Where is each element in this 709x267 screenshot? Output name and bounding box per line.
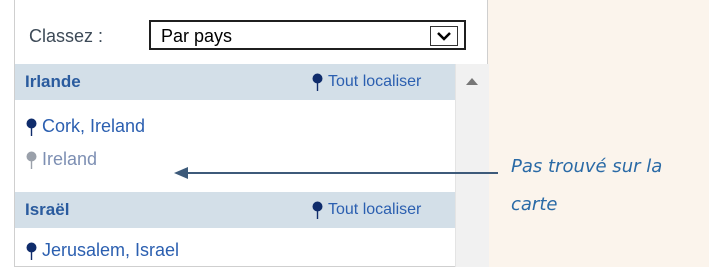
vertical-scrollbar[interactable]: [455, 64, 489, 267]
location-panel: Classez : Par pays Irlande Tout localise…: [14, 0, 489, 267]
page-left-margin: [0, 0, 14, 267]
location-list: Irlande Tout localiser Cork, Ireland Ire…: [15, 64, 489, 267]
sort-select-value: Par pays: [161, 26, 233, 46]
map-pin-icon: [26, 118, 37, 136]
annotation-text: Pas trouvé sur la carte: [511, 156, 663, 215]
locate-all-button[interactable]: Tout localiser: [311, 73, 421, 91]
scroll-up-arrow-icon[interactable]: [466, 78, 478, 85]
sort-row: Classez : Par pays: [15, 12, 487, 50]
group-header-irlande: Irlande Tout localiser: [15, 64, 455, 100]
locate-all-button[interactable]: Tout localiser: [311, 201, 421, 219]
map-pin-icon: [26, 242, 37, 260]
list-item-not-found[interactable]: Ireland: [25, 149, 97, 170]
list-item-label: Cork, Ireland: [42, 116, 146, 136]
chevron-down-icon[interactable]: [430, 26, 458, 46]
sort-select[interactable]: Par pays: [149, 20, 466, 50]
map-pin-icon: [312, 201, 323, 219]
list-item[interactable]: Cork, Ireland: [25, 116, 145, 137]
list-item-label: Jerusalem, Israel: [42, 240, 180, 260]
list-item[interactable]: Jerusalem, Israel: [25, 240, 179, 261]
map-pin-icon: [312, 73, 323, 91]
map-pin-gray-icon: [26, 151, 37, 169]
list-item-label: Ireland: [42, 149, 98, 169]
group-title: Israël: [25, 200, 70, 219]
group-title: Irlande: [25, 72, 81, 91]
locate-all-label: Tout localiser: [328, 201, 422, 218]
group-header-israel: Israël Tout localiser: [15, 192, 455, 228]
sort-label: Classez :: [29, 26, 104, 46]
locate-all-label: Tout localiser: [328, 73, 422, 90]
